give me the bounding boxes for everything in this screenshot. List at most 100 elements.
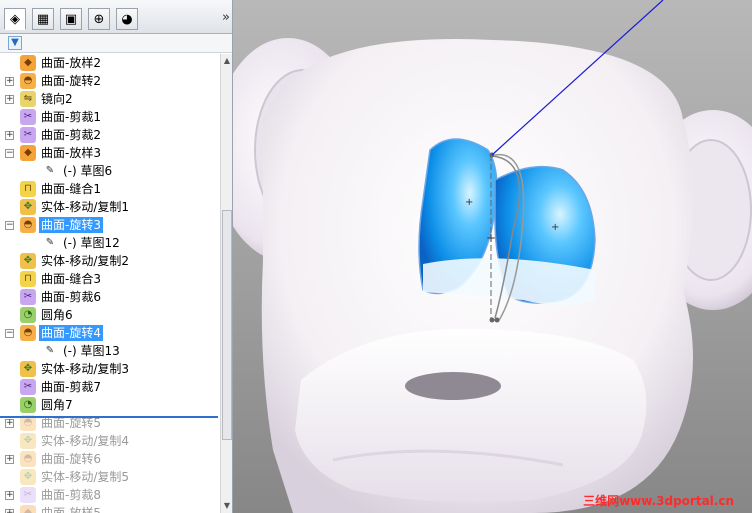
feature-manager-panel: ◈ ▦ ▣ ⊕ ◕ » ▼ ◆ 曲面-放样2 + ◓ 曲面-旋转2 + ⇋ 镜向2 ✂ 曲面-剪裁1 + ✂ 曲…: [0, 0, 233, 513]
feature-tree-item[interactable]: ✥ 实体-移动/复制2: [0, 252, 220, 270]
panel-tab-bar: ◈ ▦ ▣ ⊕ ◕: [0, 0, 232, 34]
svg-text:+: +: [465, 197, 473, 208]
feature-tree-item[interactable]: + ◓ 曲面-旋转6: [0, 450, 220, 468]
property-manager-icon[interactable]: ▦: [32, 8, 54, 30]
loft-surface-icon: ◆: [20, 55, 36, 71]
feature-tree-label: 圆角7: [41, 398, 73, 412]
feature-tree-label: 曲面-剪裁1: [41, 110, 101, 124]
trim-surface-icon: ✂: [20, 127, 36, 143]
sketch-icon: ✎: [42, 343, 58, 359]
feature-tree-item[interactable]: + ✂ 曲面-剪裁2: [0, 126, 220, 144]
feature-tree-label: 实体-移动/复制5: [41, 470, 130, 484]
feature-tree-label: 曲面-剪裁2: [41, 128, 101, 142]
expand-icon[interactable]: +: [5, 491, 14, 500]
move-copy-body-icon: ✥: [20, 469, 36, 485]
feature-tree-item[interactable]: + ◆ 曲面-放样5: [0, 504, 220, 513]
feature-tree-item[interactable]: ✥ 实体-移动/复制4: [0, 432, 220, 450]
move-copy-body-icon: ✥: [20, 433, 36, 449]
feature-tree-item[interactable]: ✂ 曲面-剪裁7: [0, 378, 220, 396]
expand-icon[interactable]: +: [5, 509, 14, 513]
display-manager-icon[interactable]: ◕: [116, 8, 138, 30]
watermark-text: 三维网www.3dportal.cn: [583, 494, 734, 508]
vertical-scrollbar[interactable]: ▲ ▼: [220, 54, 232, 513]
expand-icon[interactable]: +: [5, 95, 14, 104]
rollback-bar[interactable]: [0, 416, 218, 418]
dimxpert-icon[interactable]: ⊕: [88, 8, 110, 30]
collapse-icon[interactable]: −: [5, 221, 14, 230]
configuration-manager-icon[interactable]: ▣: [60, 8, 82, 30]
expand-icon[interactable]: +: [5, 131, 14, 140]
feature-tree-item[interactable]: ✎ (-) 草图6: [0, 162, 220, 180]
filter-icon[interactable]: ▼: [8, 36, 22, 50]
scrollbar-thumb[interactable]: [222, 210, 232, 440]
fillet-icon: ◔: [20, 307, 36, 323]
feature-tree-label: 曲面-放样5: [41, 506, 101, 513]
revolve-surface-icon: ◓: [20, 451, 36, 467]
expand-icon[interactable]: +: [5, 77, 14, 86]
feature-tree-label: 曲面-旋转6: [41, 452, 101, 466]
collapse-icon[interactable]: −: [5, 149, 14, 158]
collapse-panel-button[interactable]: »: [222, 10, 230, 25]
feature-tree-label: 曲面-放样3: [41, 146, 101, 160]
feature-tree-item[interactable]: − ◓ 曲面-旋转4: [0, 324, 220, 342]
filter-bar: ▼: [0, 34, 232, 53]
feature-manager-icon[interactable]: ◈: [4, 8, 26, 30]
feature-tree-label: 曲面-旋转3: [39, 217, 103, 233]
feature-tree-item[interactable]: ◔ 圆角6: [0, 306, 220, 324]
feature-tree-label: 曲面-剪裁8: [41, 488, 101, 502]
feature-tree-label: 实体-移动/复制2: [41, 254, 130, 268]
feature-tree-label: 实体-移动/复制3: [41, 362, 130, 376]
move-copy-body-icon: ✥: [20, 199, 36, 215]
feature-tree-label: 曲面-剪裁6: [41, 290, 101, 304]
feature-tree-label: 曲面-缝合1: [41, 182, 101, 196]
feature-tree-item[interactable]: + ✂ 曲面-剪裁8: [0, 486, 220, 504]
feature-tree-item[interactable]: − ◆ 曲面-放样3: [0, 144, 220, 162]
sketch-icon: ✎: [42, 163, 58, 179]
feature-tree-item[interactable]: + ⇋ 镜向2: [0, 90, 220, 108]
feature-tree-item[interactable]: ✎ (-) 草图13: [0, 342, 220, 360]
feature-tree-item[interactable]: ✥ 实体-移动/复制1: [0, 198, 220, 216]
monkey-head-model[interactable]: + + +: [233, 0, 752, 513]
feature-tree-label: 曲面-旋转4: [39, 325, 103, 341]
feature-tree: ◆ 曲面-放样2 + ◓ 曲面-旋转2 + ⇋ 镜向2 ✂ 曲面-剪裁1 + ✂ 曲面-剪裁2− ◆ 曲面-…: [0, 54, 220, 513]
feature-tree-item[interactable]: ⊓ 曲面-缝合1: [0, 180, 220, 198]
revolve-surface-icon: ◓: [20, 217, 36, 233]
knit-surface-icon: ⊓: [20, 271, 36, 287]
move-copy-body-icon: ✥: [20, 361, 36, 377]
revolve-surface-icon: ◓: [20, 325, 36, 341]
loft-surface-icon: ◆: [20, 505, 36, 513]
scroll-down-arrow-icon[interactable]: ▼: [222, 501, 232, 511]
feature-tree-label: 曲面-放样2: [41, 56, 101, 70]
expand-icon[interactable]: +: [5, 419, 14, 428]
scroll-up-arrow-icon[interactable]: ▲: [222, 56, 232, 66]
feature-tree-item[interactable]: − ◓ 曲面-旋转3: [0, 216, 220, 234]
feature-tree-item[interactable]: ✂ 曲面-剪裁6: [0, 288, 220, 306]
feature-tree-label: 实体-移动/复制4: [41, 434, 130, 448]
feature-tree-item[interactable]: ⊓ 曲面-缝合3: [0, 270, 220, 288]
feature-tree-item[interactable]: ◆ 曲面-放样2: [0, 54, 220, 72]
fillet-icon: ◔: [20, 397, 36, 413]
svg-text:+: +: [486, 231, 496, 245]
feature-tree-item[interactable]: ✎ (-) 草图12: [0, 234, 220, 252]
graphics-viewport[interactable]: + + + 三维网www.3dportal.cn: [233, 0, 752, 513]
feature-tree-label: 圆角6: [41, 308, 73, 322]
feature-tree-item[interactable]: ✥ 实体-移动/复制3: [0, 360, 220, 378]
feature-tree-item[interactable]: ✂ 曲面-剪裁1: [0, 108, 220, 126]
feature-tree-label: 曲面-旋转2: [41, 74, 101, 88]
knit-surface-icon: ⊓: [20, 181, 36, 197]
mirror-icon: ⇋: [20, 91, 36, 107]
feature-tree-label: (-) 草图6: [63, 164, 113, 178]
feature-tree-label: 实体-移动/复制1: [41, 200, 130, 214]
revolve-surface-icon: ◓: [20, 73, 36, 89]
loft-surface-icon: ◆: [20, 145, 36, 161]
feature-tree-item[interactable]: ◔ 圆角7: [0, 396, 220, 414]
feature-tree-item[interactable]: + ◓ 曲面-旋转2: [0, 72, 220, 90]
feature-tree-label: (-) 草图12: [63, 236, 120, 250]
feature-tree-label: 镜向2: [41, 92, 73, 106]
trim-surface-icon: ✂: [20, 487, 36, 503]
feature-tree-item[interactable]: ✥ 实体-移动/复制5: [0, 468, 220, 486]
collapse-icon[interactable]: −: [5, 329, 14, 338]
feature-tree-label: 曲面-缝合3: [41, 272, 101, 286]
expand-icon[interactable]: +: [5, 455, 14, 464]
move-copy-body-icon: ✥: [20, 253, 36, 269]
